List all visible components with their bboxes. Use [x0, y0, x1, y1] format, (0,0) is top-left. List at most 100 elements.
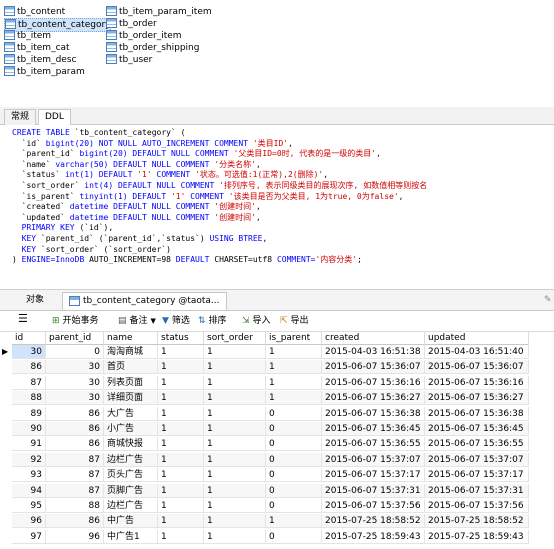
- note-button[interactable]: ▤ 备注 ▼: [118, 314, 156, 328]
- table-cell[interactable]: 93: [12, 468, 46, 483]
- table-cell[interactable]: 87: [46, 483, 104, 498]
- table-cell[interactable]: 1: [204, 422, 266, 436]
- table-item[interactable]: tb_content: [4, 5, 65, 18]
- table-cell[interactable]: 1: [204, 360, 266, 375]
- table-cell[interactable]: 2015-06-07 15:37:07: [322, 452, 425, 467]
- table-cell[interactable]: 0: [266, 499, 322, 513]
- table-cell[interactable]: 95: [12, 499, 46, 513]
- table-cell[interactable]: 0: [266, 406, 322, 421]
- table-row[interactable]: 89 86 大广告 1 1 0 2015-06-07 15:36:38 2015-06-07 …: [0, 406, 554, 421]
- table-cell[interactable]: 1: [158, 406, 204, 421]
- table-item[interactable]: tb_user: [106, 53, 152, 66]
- table-cell[interactable]: 1: [158, 452, 204, 467]
- ddl-code-view[interactable]: CREATE TABLE `tb_content_category` ( `id…: [0, 125, 554, 275]
- table-cell[interactable]: 88: [46, 499, 104, 513]
- column-header-name[interactable]: name: [104, 332, 158, 345]
- table-cell[interactable]: 87: [12, 375, 46, 390]
- table-row[interactable]: 94 87 页脚广告 1 1 0 2015-06-07 15:37:31 2015-06-07…: [0, 483, 554, 498]
- table-cell[interactable]: 86: [46, 514, 104, 529]
- table-cell[interactable]: 2015-06-07 15:37:17: [425, 468, 529, 483]
- table-cell[interactable]: 1: [204, 375, 266, 390]
- table-cell[interactable]: 30: [46, 391, 104, 406]
- table-cell[interactable]: 1: [204, 499, 266, 513]
- tab-general[interactable]: 常规: [4, 109, 37, 125]
- table-row[interactable]: 88 30 详细页面 1 1 1 2015-06-07 15:36:27 2015-06-07…: [0, 391, 554, 406]
- table-cell[interactable]: 97: [12, 529, 46, 544]
- table-item[interactable]: tb_item_param_item: [106, 5, 212, 18]
- table-cell[interactable]: 2015-06-07 15:36:16: [425, 375, 529, 390]
- table-cell[interactable]: 小广告: [104, 422, 158, 436]
- table-cell[interactable]: 1: [204, 345, 266, 359]
- table-cell[interactable]: 2015-07-25 18:58:52: [425, 514, 529, 529]
- table-cell[interactable]: 0: [266, 422, 322, 436]
- table-cell[interactable]: 2015-06-07 15:36:16: [322, 375, 425, 390]
- table-cell[interactable]: 87: [46, 452, 104, 467]
- table-cell[interactable]: 首页: [104, 360, 158, 375]
- column-header-parent-id[interactable]: parent_id: [46, 332, 104, 345]
- table-row[interactable]: 92 87 边栏广告 1 1 0 2015-06-07 15:37:07 2015-06-07…: [0, 452, 554, 467]
- column-header-status[interactable]: status: [158, 332, 204, 345]
- table-row[interactable]: 90 86 小广告 1 1 0 2015-06-07 15:36:45 2015-06-07 …: [0, 422, 554, 436]
- table-cell[interactable]: 1: [204, 483, 266, 498]
- export-button[interactable]: ⇱ 导出: [280, 314, 309, 328]
- table-cell[interactable]: 中广告: [104, 514, 158, 529]
- table-cell[interactable]: 87: [46, 468, 104, 483]
- table-cell[interactable]: 30: [46, 375, 104, 390]
- table-item[interactable]: tb_order_shipping: [106, 41, 199, 54]
- table-cell[interactable]: 2015-06-07 15:36:38: [322, 406, 425, 421]
- filter-button[interactable]: ▼ 筛选: [162, 314, 190, 328]
- table-cell[interactable]: 2015-07-25 18:58:52: [322, 514, 425, 529]
- table-cell[interactable]: 1: [158, 391, 204, 406]
- table-cell[interactable]: 1: [266, 514, 322, 529]
- table-cell[interactable]: 1: [158, 529, 204, 544]
- tab-objects[interactable]: 对象: [20, 292, 50, 309]
- table-cell[interactable]: 96: [12, 514, 46, 529]
- table-cell[interactable]: 1: [158, 499, 204, 513]
- table-cell[interactable]: 2015-04-03 16:51:38: [322, 345, 425, 359]
- table-cell[interactable]: 30: [12, 345, 46, 359]
- table-row[interactable]: 97 96 中广告1 1 1 0 2015-07-25 18:59:43 2015-07-25…: [0, 529, 554, 544]
- table-cell[interactable]: 2015-06-07 15:36:07: [322, 360, 425, 375]
- table-cell[interactable]: 2015-06-07 15:37:56: [322, 499, 425, 513]
- column-header-id[interactable]: id: [12, 332, 46, 345]
- table-row[interactable]: 96 86 中广告 1 1 1 2015-07-25 18:58:52 2015-07-25 …: [0, 514, 554, 529]
- table-cell[interactable]: 1: [158, 437, 204, 452]
- table-cell[interactable]: 1: [266, 345, 322, 359]
- table-cell[interactable]: 2015-06-07 15:36:45: [322, 422, 425, 436]
- table-cell[interactable]: 94: [12, 483, 46, 498]
- table-cell[interactable]: 页头广告: [104, 468, 158, 483]
- table-cell[interactable]: 1: [204, 391, 266, 406]
- table-cell[interactable]: 2015-06-07 15:36:55: [322, 437, 425, 452]
- pin-icon[interactable]: ✎: [538, 292, 554, 309]
- table-cell[interactable]: 商城快报: [104, 437, 158, 452]
- table-cell[interactable]: 92: [12, 452, 46, 467]
- column-header-created[interactable]: created: [322, 332, 425, 345]
- table-item[interactable]: tb_item_cat: [4, 41, 70, 54]
- table-cell[interactable]: 2015-06-07 15:36:38: [425, 406, 529, 421]
- table-cell[interactable]: 86: [46, 406, 104, 421]
- table-cell[interactable]: 86: [46, 422, 104, 436]
- table-row[interactable]: 86 30 首页 1 1 1 2015-06-07 15:36:07 2015-06-07 1…: [0, 360, 554, 375]
- table-item[interactable]: tb_order: [106, 17, 157, 30]
- table-row[interactable]: 93 87 页头广告 1 1 0 2015-06-07 15:37:17 2015-06-07…: [0, 468, 554, 483]
- table-cell[interactable]: 1: [266, 391, 322, 406]
- table-cell[interactable]: 2015-06-07 15:36:45: [425, 422, 529, 436]
- table-cell[interactable]: 96: [46, 529, 104, 544]
- table-cell[interactable]: 淘淘商城: [104, 345, 158, 359]
- begin-transaction-button[interactable]: ⊞ 开始事务: [52, 314, 99, 328]
- table-cell[interactable]: 1: [158, 514, 204, 529]
- table-cell[interactable]: 1: [158, 422, 204, 436]
- table-cell[interactable]: 2015-06-07 15:37:07: [425, 452, 529, 467]
- table-cell[interactable]: 0: [46, 345, 104, 359]
- table-cell[interactable]: 2015-06-07 15:37:17: [322, 468, 425, 483]
- table-item[interactable]: tb_item_desc: [4, 53, 76, 66]
- table-row[interactable]: 95 88 边栏广告 1 1 0 2015-06-07 15:37:56 2015-06-07…: [0, 499, 554, 513]
- table-cell[interactable]: 大广告: [104, 406, 158, 421]
- table-cell[interactable]: 1: [204, 529, 266, 544]
- table-cell[interactable]: 1: [204, 452, 266, 467]
- table-cell[interactable]: 1: [158, 375, 204, 390]
- table-cell[interactable]: 1: [266, 375, 322, 390]
- table-cell[interactable]: 0: [266, 468, 322, 483]
- table-cell[interactable]: 0: [266, 483, 322, 498]
- table-cell[interactable]: 86: [12, 360, 46, 375]
